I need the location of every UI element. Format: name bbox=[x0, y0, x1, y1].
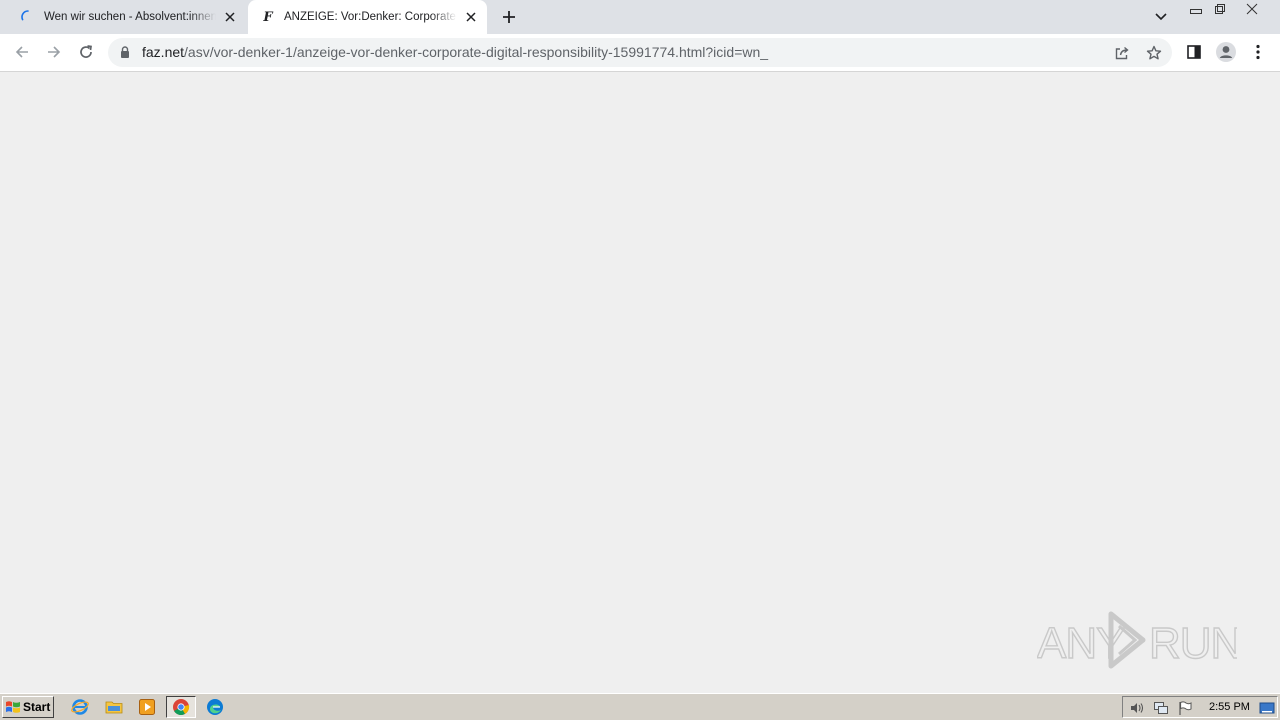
internet-explorer-icon[interactable] bbox=[70, 697, 90, 717]
tab-strip: Wen wir suchen - Absolvent:innen | Unter… bbox=[0, 0, 1280, 34]
url-path: /asv/vor-denker-1/anzeige-vor-denker-cor… bbox=[184, 44, 769, 60]
tab-1[interactable]: Wen wir suchen - Absolvent:innen | Unter… bbox=[8, 0, 246, 34]
profile-button[interactable] bbox=[1212, 38, 1240, 66]
plus-icon bbox=[503, 11, 515, 23]
bookmark-button[interactable] bbox=[1142, 41, 1166, 65]
share-icon bbox=[1115, 46, 1129, 60]
start-button[interactable]: Start bbox=[2, 696, 54, 718]
media-player-icon[interactable] bbox=[137, 697, 157, 717]
url-host: faz.net bbox=[142, 44, 185, 60]
watermark-run: RUN bbox=[1149, 619, 1237, 668]
anyrun-watermark: ANY RUN bbox=[1036, 608, 1243, 672]
arrow-left-icon bbox=[15, 46, 28, 58]
windows-logo-icon bbox=[6, 701, 20, 713]
minimize-icon bbox=[1190, 9, 1202, 14]
volume-icon[interactable] bbox=[1129, 700, 1145, 716]
faz-favicon-icon: F bbox=[260, 9, 276, 25]
reload-button[interactable] bbox=[72, 38, 100, 66]
tab-title: Wen wir suchen - Absolvent:innen | Unter… bbox=[44, 11, 216, 23]
menu-button[interactable] bbox=[1244, 38, 1272, 66]
minimize-button[interactable] bbox=[1184, 0, 1208, 18]
new-tab-button[interactable] bbox=[499, 7, 519, 27]
page-content bbox=[0, 72, 1280, 693]
taskbar: Start 2:55 PM bbox=[0, 693, 1280, 720]
share-button[interactable] bbox=[1110, 41, 1134, 65]
show-desktop-icon[interactable] bbox=[1259, 700, 1275, 716]
url-text[interactable]: faz.net/asv/vor-denker-1/anzeige-vor-den… bbox=[142, 44, 768, 60]
restore-button[interactable] bbox=[1208, 0, 1232, 18]
network-icon[interactable] bbox=[1153, 700, 1169, 716]
side-panel-icon bbox=[1187, 45, 1201, 59]
close-icon bbox=[1246, 3, 1258, 15]
clock[interactable]: 2:55 PM bbox=[1209, 701, 1250, 713]
loading-spinner-icon bbox=[20, 9, 36, 25]
system-tray: 2:55 PM bbox=[1122, 696, 1278, 718]
back-button[interactable] bbox=[8, 38, 36, 66]
restore-icon bbox=[1215, 4, 1225, 14]
edge-icon[interactable] bbox=[205, 697, 225, 717]
reload-icon bbox=[80, 45, 92, 58]
side-panel-button[interactable] bbox=[1180, 38, 1208, 66]
browser-toolbar: faz.net/asv/vor-denker-1/anzeige-vor-den… bbox=[0, 34, 1280, 72]
tab-2[interactable]: F ANZEIGE: Vor:Denker: Corporate Digital… bbox=[248, 0, 487, 34]
address-bar[interactable]: faz.net/asv/vor-denker-1/anzeige-vor-den… bbox=[108, 38, 1172, 67]
profile-icon bbox=[1216, 42, 1236, 62]
kebab-menu-icon bbox=[1256, 44, 1260, 60]
close-tab-icon[interactable] bbox=[222, 9, 238, 25]
forward-button[interactable] bbox=[40, 38, 68, 66]
favicon-letter: F bbox=[263, 9, 273, 25]
tab-search-button[interactable] bbox=[1151, 7, 1171, 27]
arrow-right-icon bbox=[48, 46, 61, 58]
close-window-button[interactable] bbox=[1240, 0, 1264, 18]
tab-title: ANZEIGE: Vor:Denker: Corporate Digital R… bbox=[284, 11, 457, 23]
action-center-flag-icon[interactable] bbox=[1177, 700, 1193, 716]
chrome-icon[interactable] bbox=[166, 696, 196, 718]
folder-icon[interactable] bbox=[104, 697, 124, 717]
chevron-down-icon bbox=[1155, 13, 1167, 21]
star-icon bbox=[1146, 45, 1162, 60]
lock-icon[interactable] bbox=[118, 45, 132, 59]
start-label: Start bbox=[23, 700, 51, 714]
close-tab-icon[interactable] bbox=[463, 9, 479, 25]
